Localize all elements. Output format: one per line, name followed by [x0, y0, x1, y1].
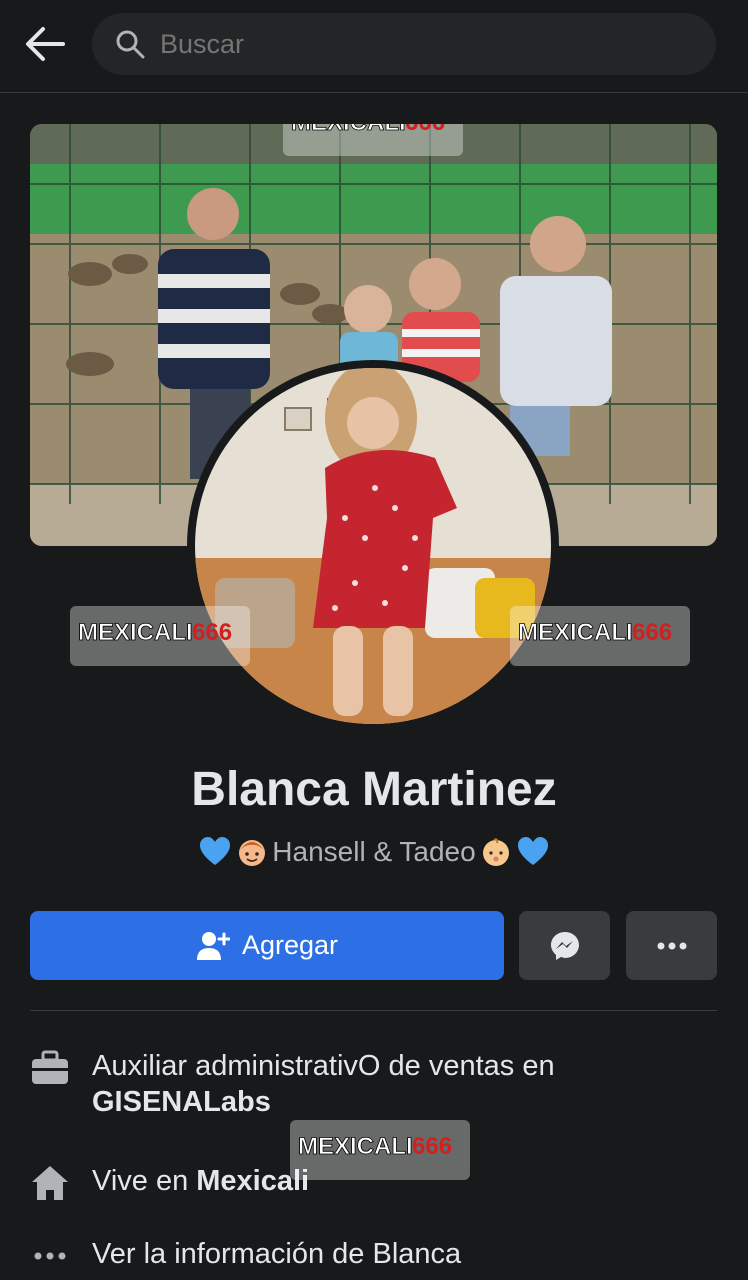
- briefcase-icon: [30, 1048, 70, 1088]
- info-see-more[interactable]: Ver la información de Blanca: [30, 1236, 720, 1276]
- more-dots-icon: [657, 942, 686, 949]
- blue-heart-icon: [200, 837, 231, 865]
- profile-name: Blanca Martinez: [191, 763, 557, 816]
- profile-picture[interactable]: [195, 368, 551, 724]
- svg-text:666: 666: [405, 124, 445, 136]
- search-bar[interactable]: [92, 13, 716, 75]
- profile-bio: Hansell & Tadeo: [0, 835, 748, 869]
- boy-face-icon: [239, 840, 266, 866]
- search-icon: [114, 28, 146, 60]
- see-info-link[interactable]: Ver la información de Blanca: [92, 1238, 461, 1270]
- watermark: MEXICALI 666: [290, 1120, 470, 1180]
- work-prefix: Auxiliar administrativO de ventas en: [92, 1050, 555, 1082]
- dots-icon: [30, 1236, 70, 1276]
- messenger-icon: [550, 931, 579, 960]
- message-button[interactable]: [519, 911, 610, 980]
- divider: [30, 1010, 717, 1011]
- watermark: MEXICALI 666: [283, 124, 463, 156]
- info-work: Auxiliar administrativO de ventas en GIS…: [30, 1048, 720, 1120]
- more-options-button[interactable]: [626, 911, 717, 980]
- svg-text:MEXICALI: MEXICALI: [518, 619, 633, 646]
- home-icon: [30, 1163, 70, 1203]
- lives-prefix: Vive en: [92, 1165, 197, 1197]
- watermark: MEXICALI 666: [510, 606, 690, 666]
- svg-text:MEXICALI: MEXICALI: [78, 619, 193, 646]
- svg-text:666: 666: [632, 619, 672, 646]
- top-bar: [0, 0, 748, 93]
- back-arrow-icon: [26, 27, 65, 61]
- svg-text:MEXICALI: MEXICALI: [298, 1133, 413, 1160]
- svg-text:666: 666: [412, 1133, 452, 1160]
- back-button[interactable]: [20, 22, 68, 66]
- svg-text:666: 666: [192, 619, 232, 646]
- watermark: MEXICALI 666: [70, 606, 250, 666]
- search-input[interactable]: [158, 27, 662, 61]
- add-friend-button[interactable]: Agregar: [30, 911, 504, 980]
- add-friend-label: Agregar: [241, 930, 339, 960]
- blue-heart-icon: [517, 837, 548, 865]
- add-friend-icon: [196, 931, 230, 960]
- bio-text: Hansell & Tadeo: [272, 836, 476, 867]
- svg-text:MEXICALI: MEXICALI: [291, 124, 406, 136]
- work-company[interactable]: GISENALabs: [92, 1086, 271, 1118]
- baby-face-icon: [482, 838, 509, 866]
